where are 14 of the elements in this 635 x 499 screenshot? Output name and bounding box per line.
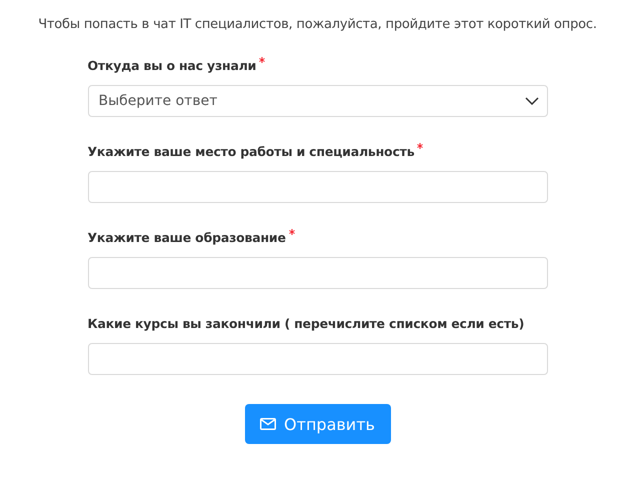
mail-icon: [260, 418, 276, 430]
required-asterisk-icon: [259, 57, 266, 63]
required-asterisk-icon: [288, 229, 295, 235]
intro-text: Чтобы попасть в чат IT специалистов, пожалуйста, пройдите этот короткий опрос.: [38, 17, 597, 32]
required-asterisk-icon: [417, 143, 424, 149]
select-field[interactable]: Выберите ответ: [88, 85, 548, 117]
field-label: Укажите ваше образование: [88, 230, 286, 245]
chevron-down-icon: [524, 97, 538, 105]
field-label: Укажите ваше место работы и специальность: [88, 144, 414, 159]
field-label: Какие курсы вы закончили ( перечислите списком если есть): [88, 316, 524, 331]
input-field[interactable]: [88, 343, 548, 375]
input-field[interactable]: [88, 257, 548, 289]
input-field[interactable]: [88, 171, 548, 203]
field-label: Откуда вы о нас узнали: [88, 58, 256, 73]
